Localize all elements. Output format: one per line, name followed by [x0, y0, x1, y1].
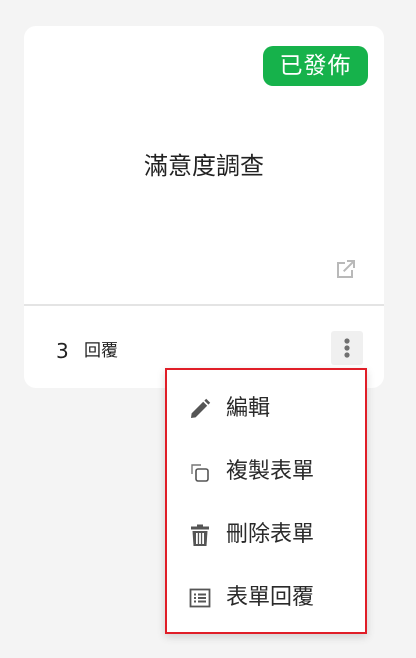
menu-item-delete-form[interactable]: 刪除表單	[167, 504, 365, 566]
menu-item-label: 複製表單	[226, 459, 315, 484]
open-external-icon[interactable]	[333, 256, 359, 282]
more-options-button[interactable]	[331, 331, 363, 365]
pencil-icon	[187, 396, 213, 422]
list-icon	[187, 585, 213, 611]
menu-item-label: 編輯	[226, 396, 271, 421]
copy-icon	[187, 459, 213, 485]
menu-item-label: 表單回覆	[226, 585, 315, 610]
menu-item-form-responses[interactable]: 表單回覆	[167, 567, 365, 629]
response-label: 回覆	[84, 341, 118, 361]
trash-icon	[187, 522, 213, 548]
menu-item-duplicate-form[interactable]: 複製表單	[167, 441, 365, 503]
card-options-menu: 編輯 複製表單 刪除表單 表單回覆	[165, 368, 367, 634]
more-vertical-icon	[344, 338, 350, 358]
menu-item-label: 刪除表單	[226, 522, 315, 547]
form-title[interactable]: 滿意度調查	[24, 148, 384, 184]
response-count: 3	[56, 339, 69, 363]
menu-item-edit[interactable]: 編輯	[167, 378, 365, 440]
status-badge: 已發佈	[263, 46, 368, 86]
card-divider	[24, 304, 384, 306]
